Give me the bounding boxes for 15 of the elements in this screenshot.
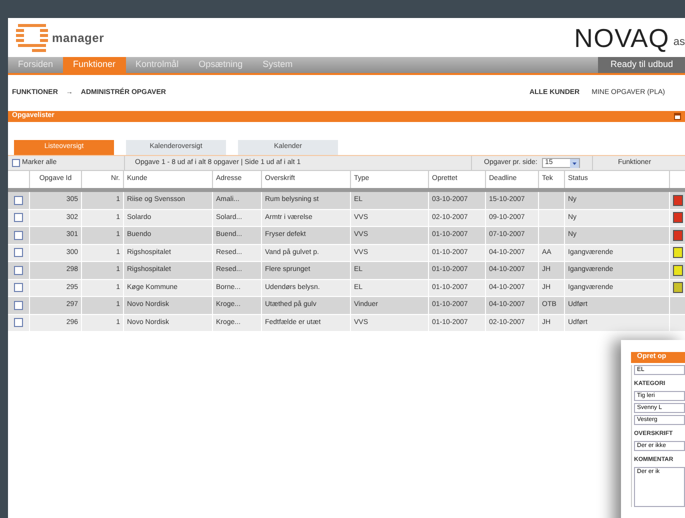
brand-suffix: as xyxy=(673,35,685,50)
row-checkbox[interactable] xyxy=(14,230,23,240)
row-checkbox[interactable] xyxy=(14,248,23,258)
brand-name: NOVAQ xyxy=(574,24,670,50)
row-checkbox[interactable] xyxy=(14,318,23,328)
row-checkbox[interactable] xyxy=(14,213,23,222)
row-checkbox[interactable] xyxy=(14,300,23,310)
window-icon[interactable] xyxy=(674,113,681,120)
logo-icon xyxy=(14,22,50,54)
select-all-checkbox[interactable] xyxy=(12,159,20,167)
logo-text: manager xyxy=(52,30,104,46)
row-checkbox[interactable] xyxy=(14,266,23,275)
row-checkbox[interactable] xyxy=(14,196,23,205)
nav-button[interactable]: Ready til udbud xyxy=(598,57,685,73)
row-checkbox[interactable] xyxy=(14,283,23,292)
